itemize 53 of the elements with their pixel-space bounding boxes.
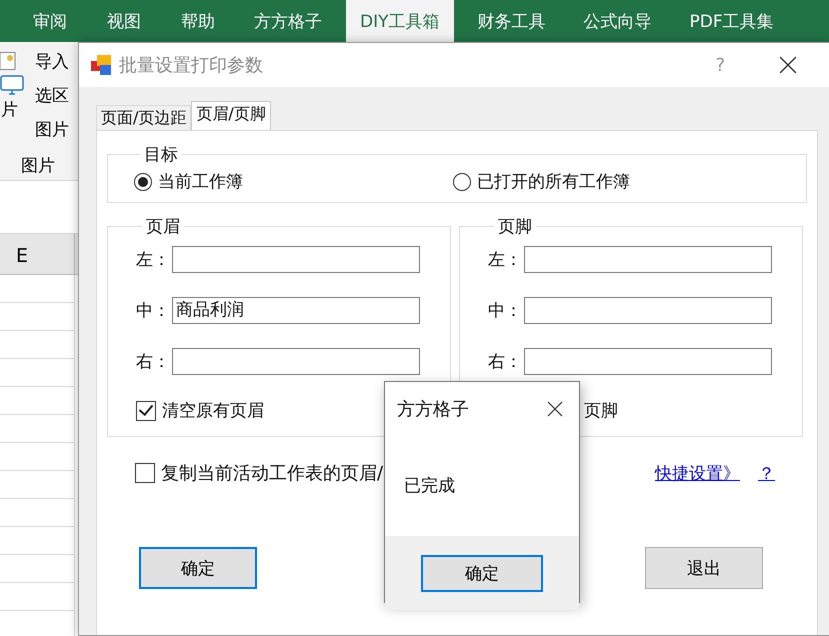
tab[interactable]: 页面/页边距 [96, 105, 192, 130]
ribbon-tab[interactable]: 方方格子 [240, 0, 336, 42]
app-icon [91, 55, 111, 75]
monitor-icon[interactable] [0, 75, 24, 95]
dialog-title: 方方格子 [397, 398, 469, 421]
group-label: 页眉 [145, 216, 181, 238]
link[interactable]: ？ [758, 462, 775, 484]
message-text: 已完成 [403, 475, 456, 498]
ribbon-tab[interactable]: DIY工具箱 [346, 0, 454, 42]
field-label: 右： [136, 351, 171, 373]
dialog-button[interactable]: 确定 [139, 547, 257, 589]
ribbon-tab[interactable]: 财务工具 [464, 0, 560, 42]
input-field[interactable]: 商品利润 [172, 297, 420, 324]
field-label: 左： [488, 249, 523, 271]
group-label: 目标 [143, 144, 179, 166]
radio-label: 当前工作簿 [158, 171, 243, 193]
checkbox[interactable] [136, 400, 156, 420]
image-icon[interactable] [0, 52, 16, 70]
checkbox-label: 清空原有页眉 [162, 400, 264, 422]
checkbox-label: 复制当前活动工作表的页眉/ [161, 462, 384, 485]
ribbon-button-label[interactable]: 片 [1, 98, 18, 121]
ribbon-item[interactable]: 图片 [35, 118, 69, 142]
checkbox-label: 页脚 [584, 400, 619, 421]
tab[interactable]: 页眉/页脚 [191, 101, 271, 130]
input-field[interactable] [524, 246, 772, 273]
input-field[interactable] [172, 246, 420, 273]
ribbon-tab[interactable]: 公式向导 [570, 0, 666, 42]
radio-button[interactable] [134, 172, 152, 190]
input-field[interactable] [524, 348, 772, 375]
field-label: 右： [488, 351, 523, 373]
ribbon-tab[interactable]: 审阅 [18, 0, 82, 42]
field-label: 中： [136, 300, 171, 322]
ribbon-item[interactable]: 选区 [35, 84, 69, 108]
link[interactable]: 快捷设置》 [655, 462, 740, 484]
checkbox[interactable] [135, 463, 155, 483]
ok-button[interactable]: 确定 [421, 554, 543, 592]
column-header[interactable]: E [0, 234, 75, 274]
radio-label: 已打开的所有工作簿 [477, 171, 630, 193]
field-label: 左： [136, 249, 171, 271]
ribbon-item[interactable]: 导入 [35, 50, 69, 74]
ribbon-tab[interactable]: 视图 [92, 0, 156, 42]
radio-button[interactable] [453, 172, 471, 190]
ribbon-tab[interactable]: 帮助 [166, 0, 230, 42]
window-title: 批量设置打印参数 [119, 54, 264, 77]
close-icon[interactable] [547, 401, 563, 417]
field-label: 中： [488, 300, 523, 322]
ribbon-tab[interactable]: PDF工具集 [676, 0, 788, 42]
input-field[interactable] [172, 348, 420, 375]
close-icon[interactable] [779, 56, 797, 74]
group-label: 页脚 [497, 216, 533, 238]
dialog-button[interactable]: 退出 [645, 547, 763, 589]
group-label: 图片 [21, 155, 55, 177]
input-field[interactable] [524, 297, 772, 324]
